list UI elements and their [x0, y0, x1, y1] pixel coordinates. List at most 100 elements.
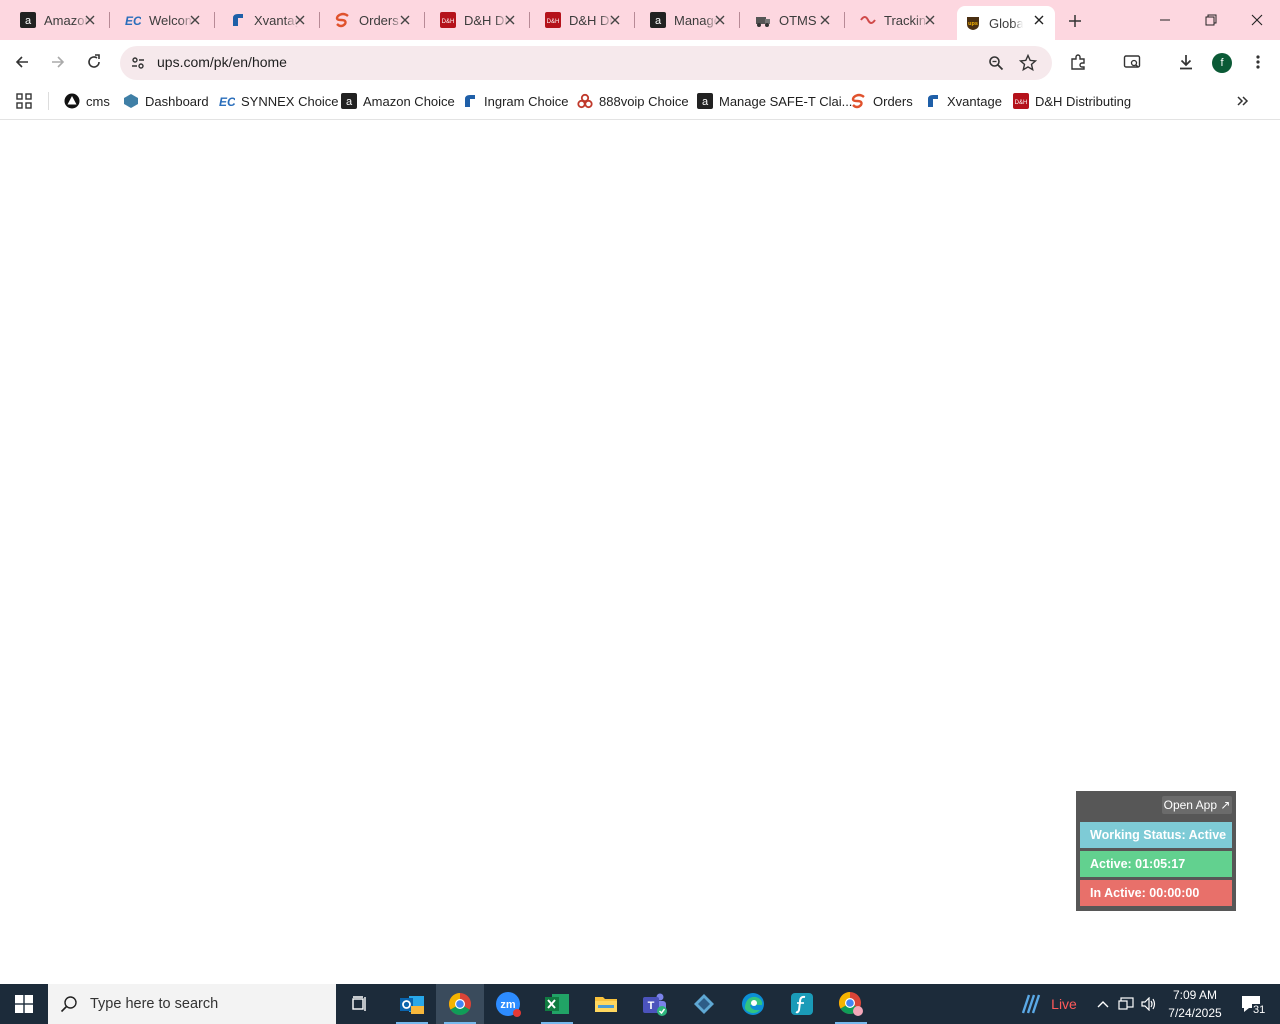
close-icon[interactable] [292, 12, 308, 28]
taskbar-search-box[interactable]: Type here to search [48, 984, 336, 1024]
profile-avatar[interactable]: f [1212, 53, 1232, 73]
file-explorer-icon[interactable] [582, 984, 630, 1024]
apps-grid-icon[interactable] [16, 90, 32, 112]
close-icon[interactable] [397, 12, 413, 28]
svg-text:D&H: D&H [442, 19, 455, 25]
ec-icon: EC [219, 93, 235, 109]
voip-icon [577, 93, 593, 109]
bookmark-amazon-choice[interactable]: a Amazon Choice [341, 90, 455, 112]
close-icon[interactable] [712, 12, 728, 28]
bookmark-star-icon[interactable] [1014, 49, 1042, 77]
close-icon[interactable] [607, 12, 623, 28]
bookmark-manage-safe-t[interactable]: a Manage SAFE-T Clai... [697, 90, 852, 112]
tab-dh-2[interactable]: D&H D&H Distributing [525, 0, 635, 40]
tab-search-icon[interactable] [1118, 48, 1146, 76]
clock-time: 7:09 AM [1172, 988, 1218, 1002]
diamond-app-icon[interactable] [680, 984, 728, 1024]
download-icon[interactable] [1172, 48, 1200, 76]
svg-text:D&H: D&H [547, 19, 560, 25]
script-app-icon[interactable] [778, 984, 826, 1024]
teams-icon[interactable]: T [631, 984, 679, 1024]
dashboard-icon [123, 93, 139, 109]
start-button[interactable] [0, 984, 48, 1024]
bookmark-synnex-choice[interactable]: EC SYNNEX Choice [219, 90, 339, 112]
tab-otms[interactable]: OTMS [735, 0, 845, 40]
tab-global-active[interactable]: ups Global [957, 6, 1055, 40]
close-icon[interactable] [1031, 12, 1047, 28]
taskbar-clock[interactable]: 7:09 AM 7/24/2025 [1162, 986, 1228, 1022]
cms-icon [64, 93, 80, 109]
inactive-time: In Active: 00:00:00 [1080, 880, 1232, 906]
task-view-icon[interactable] [336, 984, 384, 1024]
close-icon[interactable] [817, 12, 833, 28]
ec-icon: EC [125, 12, 141, 28]
close-icon[interactable] [187, 12, 203, 28]
tab-welcome[interactable]: EC Welcome [105, 0, 215, 40]
tracking-icon [860, 12, 876, 28]
bookmark-dashboard[interactable]: Dashboard [123, 90, 209, 112]
dh-icon: D&H [440, 12, 456, 28]
site-settings-icon[interactable] [124, 49, 152, 77]
svg-text:EC: EC [125, 14, 141, 28]
menu-kebab-icon[interactable] [1244, 48, 1272, 76]
bookmark-888voip-choice[interactable]: 888voip Choice [577, 90, 689, 112]
svg-text:EC: EC [219, 95, 235, 109]
clock-date: 7/24/2025 [1168, 1006, 1222, 1020]
tab-manage[interactable]: a Manage [630, 0, 740, 40]
svg-text:D&H: D&H [1015, 100, 1028, 106]
xvantage-icon [230, 12, 246, 28]
tab-dh-1[interactable]: D&H D&H Distributing [420, 0, 530, 40]
xvantage-icon [925, 93, 941, 109]
open-app-button[interactable]: Open App ↗ [1162, 796, 1232, 814]
chrome-icon[interactable] [436, 984, 484, 1024]
forward-button[interactable] [44, 48, 72, 76]
reload-button[interactable] [80, 48, 108, 76]
svg-text:a: a [25, 15, 32, 27]
svg-text:a: a [655, 15, 662, 27]
weather-widget[interactable]: Live [1012, 984, 1084, 1024]
tab-orders[interactable]: Orders [315, 0, 425, 40]
active-time: Active: 01:05:17 [1080, 851, 1232, 877]
working-status: Working Status: Active [1080, 822, 1232, 848]
notification-count: 31 [1252, 1004, 1267, 1016]
dh-icon: D&H [1013, 93, 1029, 109]
bookmark-orders[interactable]: Orders [851, 90, 913, 112]
zoom-app-icon[interactable]: zm [484, 984, 532, 1024]
close-icon[interactable] [922, 12, 938, 28]
edge-icon[interactable] [729, 984, 777, 1024]
amazon-icon: a [341, 93, 357, 109]
extensions-icon[interactable] [1064, 48, 1092, 76]
tab-xvantage[interactable]: Xvantage [210, 0, 320, 40]
search-icon [60, 995, 78, 1013]
notifications-button[interactable]: 31 [1234, 984, 1268, 1024]
close-icon[interactable] [502, 12, 518, 28]
excel-icon[interactable] [533, 984, 581, 1024]
tray-chevron-up-icon[interactable] [1092, 984, 1114, 1024]
more-bookmarks-chevron-icon[interactable] [1236, 90, 1250, 112]
close-window-button[interactable] [1234, 0, 1280, 40]
back-button[interactable] [8, 48, 36, 76]
close-icon[interactable] [82, 12, 98, 28]
bookmark-ingram-choice[interactable]: Ingram Choice [462, 90, 569, 112]
network-icon[interactable] [1115, 984, 1137, 1024]
tab-amazon[interactable]: a Amazon [0, 0, 110, 40]
restore-button[interactable] [1188, 0, 1234, 40]
xvantage-icon [462, 93, 478, 109]
outlook-icon[interactable] [388, 984, 436, 1024]
dh-icon: D&H [545, 12, 561, 28]
weather-icon [1019, 993, 1045, 1015]
bookmark-xvantage[interactable]: Xvantage [925, 90, 1002, 112]
chrome-profile-icon[interactable] [827, 984, 875, 1024]
bookmark-dh-distributing[interactable]: D&H D&H Distributing [1013, 90, 1131, 112]
zoom-icon[interactable] [982, 49, 1010, 77]
url-text[interactable]: ups.com/pk/en/home [157, 54, 287, 70]
amazon-icon: a [20, 12, 36, 28]
orders-icon [851, 93, 867, 109]
new-tab-button[interactable] [1064, 10, 1086, 32]
bookmark-cms[interactable]: cms [64, 90, 110, 112]
tab-tracking[interactable]: Tracking [840, 0, 950, 40]
svg-text:zm: zm [500, 999, 516, 1011]
windows-icon [15, 995, 33, 1013]
minimize-button[interactable] [1142, 0, 1188, 40]
volume-icon[interactable] [1138, 984, 1160, 1024]
